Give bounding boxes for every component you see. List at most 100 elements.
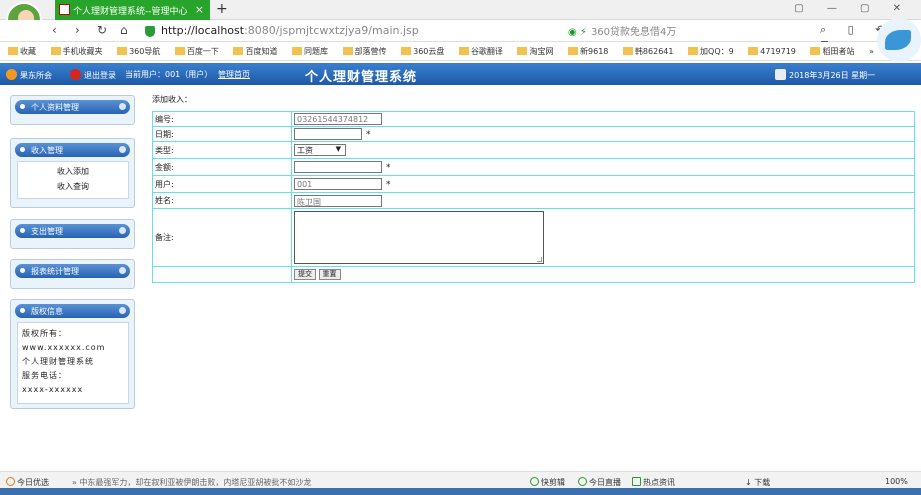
reload-icon[interactable]: ↻ xyxy=(97,23,107,37)
search-hint[interactable]: ◉ ⚡ 360贷款免息借4万 xyxy=(568,23,676,38)
search-hint-text: 360贷款免息借4万 xyxy=(590,27,677,38)
sidebar-panel-reports: 报表统计管理 xyxy=(10,259,135,289)
form-row-name: 姓名: 陈卫国 xyxy=(152,192,915,209)
bookmark-item[interactable]: 4719719 xyxy=(748,47,802,56)
bookmark-item[interactable]: 同题库 xyxy=(292,47,334,56)
user-input[interactable]: 001 xyxy=(294,178,382,190)
bookmark-item[interactable]: 新9618 xyxy=(568,47,614,56)
income-form: 编号: 03261544374812 日期: * 类型: 工资 ▼ 金额: * 用… xyxy=(152,111,915,283)
bookmark-item[interactable]: 收藏 xyxy=(8,47,42,56)
clip-icon xyxy=(530,477,539,486)
status-news[interactable]: 热点资讯 xyxy=(632,477,675,488)
url-host: http://localhost xyxy=(161,24,245,37)
type-select-value: 工资 xyxy=(297,146,313,155)
logout-icon xyxy=(70,69,81,80)
sidebar-panel-expense: 支出管理 xyxy=(10,219,135,249)
bookmark-item[interactable]: 手机收藏夹 xyxy=(50,47,109,56)
bookmark-item[interactable]: 360云盘 xyxy=(401,47,450,56)
bookmark-item[interactable]: 谷歌翻译 xyxy=(458,47,509,56)
field-label: 日期: xyxy=(152,126,292,142)
field-label: 姓名: xyxy=(152,192,292,209)
submit-button[interactable]: 提交 xyxy=(294,269,316,280)
toggle-icon[interactable] xyxy=(119,307,126,314)
bookmark-more[interactable]: » xyxy=(869,47,874,56)
field-label: 备注: xyxy=(152,208,292,267)
required-mark: * xyxy=(386,162,391,173)
new-tab-button[interactable]: + xyxy=(216,1,228,17)
news-ticker[interactable]: » 中东最强军力，却在叙利亚被伊朗击败，内塔尼亚胡被批不如沙龙 xyxy=(72,477,311,488)
url-path: :8080/jspmjtcwxtzjya9/main.jsp xyxy=(244,24,419,37)
speed-icon: ◉ ⚡ xyxy=(568,27,587,38)
bookmark-item[interactable]: 韩862641 xyxy=(622,47,680,56)
status-download[interactable]: ↓ 下载 xyxy=(745,477,770,488)
bookmark-item[interactable]: 淘宝网 xyxy=(517,47,559,56)
bullet-icon xyxy=(20,308,25,313)
name-input[interactable]: 陈卫国 xyxy=(294,194,382,207)
bookmarks-bar: 收藏 手机收藏夹 360导航 百度一下 百度知道 同题库 部落营传 360云盘 … xyxy=(0,42,921,61)
bookmark-item[interactable]: 百度一下 xyxy=(174,47,225,56)
bookmark-item[interactable]: 部落营传 xyxy=(342,47,393,56)
taskbar-strip xyxy=(0,488,921,495)
toggle-icon[interactable] xyxy=(119,146,126,153)
note-textarea[interactable] xyxy=(294,211,544,264)
copyright-phone-label: 服务电话： xyxy=(22,371,67,380)
reset-button[interactable]: 重置 xyxy=(318,269,341,280)
sidebar-panel-copyright: 版权信息 版权所有： www.xxxxxx.com 个人理财管理系统 服务电话：… xyxy=(10,299,135,409)
required-mark: * xyxy=(366,129,371,140)
copyright-info: 版权所有： www.xxxxxx.com 个人理财管理系统 服务电话： xxxx… xyxy=(17,322,129,404)
home-icon[interactable]: ⌂ xyxy=(120,23,128,37)
date-display: 2018年3月26日 星期一 xyxy=(775,69,875,81)
sidebar-panel-header[interactable]: 支出管理 xyxy=(15,224,130,238)
status-clip[interactable]: 快剪辑 xyxy=(530,477,565,488)
field-label: 类型: xyxy=(152,141,292,159)
toggle-icon[interactable] xyxy=(119,267,126,274)
date-input[interactable] xyxy=(294,128,362,140)
app-header: 果东所会 退出登录 当前用户：001（用户） 管理首页 个人理财管理系统 201… xyxy=(0,63,921,85)
calendar-icon xyxy=(775,69,786,80)
field-label: 金额: xyxy=(152,158,292,176)
form-row-id: 编号: 03261544374812 xyxy=(152,111,915,127)
tab-close-icon[interactable]: × xyxy=(195,3,204,16)
sidebar-panel-header[interactable]: 个人资料管理 xyxy=(15,100,130,114)
bullet-icon xyxy=(20,268,25,273)
manage-home-link[interactable]: 管理首页 xyxy=(218,69,250,80)
sidebar-panel-header[interactable]: 版权信息 xyxy=(15,304,130,318)
type-select[interactable]: 工资 ▼ xyxy=(294,144,346,156)
sidebar-panel-header[interactable]: 收入管理 xyxy=(15,143,130,157)
bookmark-item[interactable]: 百度知道 xyxy=(233,47,283,56)
today-picks[interactable]: 今日优选 xyxy=(6,477,49,488)
form-row-type: 类型: 工资 ▼ xyxy=(152,141,915,159)
form-row-user: 用户: 001 * xyxy=(152,175,915,193)
logout-link[interactable]: 退出登录 xyxy=(70,69,116,81)
bookmark-item[interactable]: 加QQ：9 xyxy=(688,47,740,56)
sidebar-link-income-add[interactable]: 收入添加 xyxy=(18,166,128,177)
sidebar-panel-header[interactable]: 报表统计管理 xyxy=(15,264,130,278)
zoom-level[interactable]: 100% xyxy=(885,477,908,486)
sidebar-panel-income: 收入管理 收入添加 收入查询 xyxy=(10,138,135,208)
bullet-icon xyxy=(20,104,25,109)
address-bar[interactable]: http://localhost:8080/jspmjtcwxtzjya9/ma… xyxy=(145,22,465,40)
copyright-site: www.xxxxxx.com xyxy=(22,343,106,352)
bookmark-item[interactable]: 稻田者站 xyxy=(810,47,860,56)
status-live[interactable]: 今日直播 xyxy=(578,477,621,488)
browser-tab[interactable]: 个人理财管理系统--管理中心 × xyxy=(55,0,210,20)
copyright-phone: xxxx-xxxxxx xyxy=(22,385,84,394)
toggle-icon[interactable] xyxy=(119,227,126,234)
forward-icon[interactable]: › xyxy=(75,23,80,37)
window-controls[interactable]: ▢ — ▢ ✕ xyxy=(794,3,911,14)
sidebar-panel-profile: 个人资料管理 xyxy=(10,95,135,125)
form-row-note: 备注: xyxy=(152,208,915,267)
toggle-icon[interactable] xyxy=(119,103,126,110)
form-caption: 添加收入： xyxy=(152,95,192,104)
security-shield-icon xyxy=(145,26,155,37)
id-input[interactable]: 03261544374812 xyxy=(294,113,382,125)
tab-title: 个人理财管理系统--管理中心 xyxy=(73,7,188,17)
amount-input[interactable] xyxy=(294,161,382,173)
home-link[interactable]: 果东所会 xyxy=(6,69,52,81)
bookmark-item[interactable]: 360导航 xyxy=(117,47,166,56)
back-icon[interactable]: ‹ xyxy=(52,23,57,37)
live-icon xyxy=(578,477,587,486)
system-title: 个人理财管理系统 xyxy=(305,70,418,85)
resize-grip-icon[interactable] xyxy=(537,257,542,262)
sidebar-link-income-query[interactable]: 收入查询 xyxy=(18,181,128,192)
